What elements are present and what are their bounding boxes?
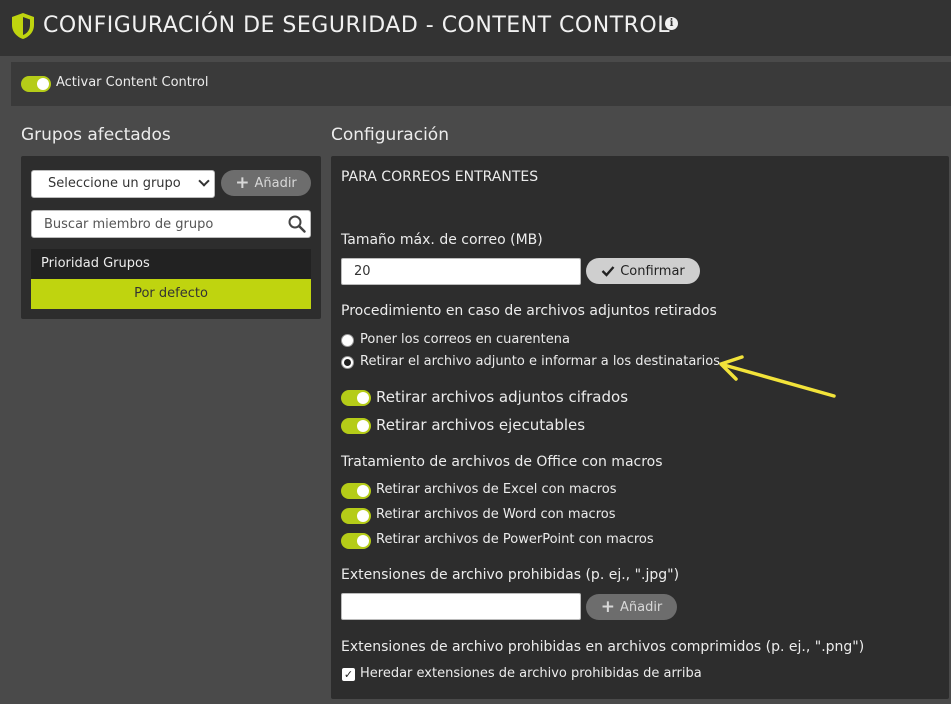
plus-icon: +: [600, 596, 615, 617]
toggle-encrypted-attachments[interactable]: [341, 390, 371, 406]
checkmark-icon: [601, 266, 615, 277]
shield-icon: [12, 13, 34, 39]
forbidden-ext-label: Extensiones de archivo prohibidas (p. ej…: [341, 567, 680, 583]
add-group-label: Añadir: [254, 175, 297, 191]
toggle-word-macros[interactable]: [341, 508, 371, 524]
activate-content-control-toggle[interactable]: [21, 76, 51, 92]
priority-groups-header: Prioridad Grupos: [31, 249, 311, 279]
forbidden-compressed-label: Extensiones de archivo prohibidas en arc…: [341, 639, 865, 655]
chevron-down-icon: [198, 175, 210, 187]
activate-content-control-label: Activar Content Control: [56, 75, 209, 90]
groups-panel: Seleccione un grupo + Añadir Prioridad G…: [21, 156, 321, 319]
config-section-title: Configuración: [331, 125, 449, 145]
office-macros-label: Tratamiento de archivos de Office con ma…: [341, 454, 663, 470]
toggle-excel-macros[interactable]: [341, 483, 371, 499]
group-select[interactable]: Seleccione un grupo: [31, 170, 215, 198]
add-extension-button[interactable]: + Añadir: [586, 594, 677, 620]
groups-section-title: Grupos afectados: [21, 125, 171, 145]
radio-remove-attachment[interactable]: [341, 356, 354, 369]
page-title: CONFIGURACIÓN DE SEGURIDAD - CONTENT CON…: [43, 13, 670, 38]
page-header: CONFIGURACIÓN DE SEGURIDAD - CONTENT CON…: [0, 0, 951, 56]
plus-icon: +: [235, 172, 250, 193]
inherit-checkbox[interactable]: ✓: [342, 668, 355, 681]
incoming-mail-heading: PARA CORREOS ENTRANTES: [341, 169, 539, 185]
max-size-input[interactable]: 20: [341, 258, 581, 285]
powerpoint-macros-label: Retirar archivos de PowerPoint con macro…: [376, 532, 654, 547]
procedure-label: Procedimiento en caso de archivos adjunt…: [341, 303, 717, 319]
search-input[interactable]: [32, 211, 272, 237]
confirm-label: Confirmar: [620, 263, 685, 279]
forbidden-ext-input[interactable]: [341, 593, 581, 620]
radio-quarantine-label: Poner los correos en cuarentena: [360, 332, 570, 347]
add-extension-label: Añadir: [619, 599, 663, 615]
toggle-powerpoint-macros[interactable]: [341, 533, 371, 549]
word-macros-label: Retirar archivos de Word con macros: [376, 507, 616, 522]
group-select-value: Seleccione un grupo: [48, 176, 181, 191]
group-row-default[interactable]: Por defecto: [31, 279, 311, 309]
add-group-button[interactable]: + Añadir: [221, 170, 311, 196]
config-panel: PARA CORREOS ENTRANTES Tamaño máx. de co…: [331, 156, 949, 699]
annotation-arrow-icon: [719, 355, 836, 398]
max-size-label: Tamaño máx. de correo (MB): [341, 232, 543, 248]
group-member-search: [31, 210, 311, 238]
excel-macros-label: Retirar archivos de Excel con macros: [376, 482, 617, 497]
activate-bar: Activar Content Control: [11, 62, 951, 106]
encrypted-attachments-label: Retirar archivos adjuntos cifrados: [376, 388, 629, 406]
executables-label: Retirar archivos ejecutables: [376, 416, 586, 434]
radio-remove-attachment-label: Retirar el archivo adjunto e informar a …: [360, 354, 720, 369]
toggle-executables[interactable]: [341, 418, 371, 434]
inherit-label: Heredar extensiones de archivo prohibida…: [360, 666, 702, 681]
info-icon[interactable]: i: [665, 17, 678, 30]
search-icon[interactable]: [288, 215, 306, 233]
radio-quarantine[interactable]: [341, 334, 354, 347]
confirm-button[interactable]: Confirmar: [586, 258, 700, 284]
